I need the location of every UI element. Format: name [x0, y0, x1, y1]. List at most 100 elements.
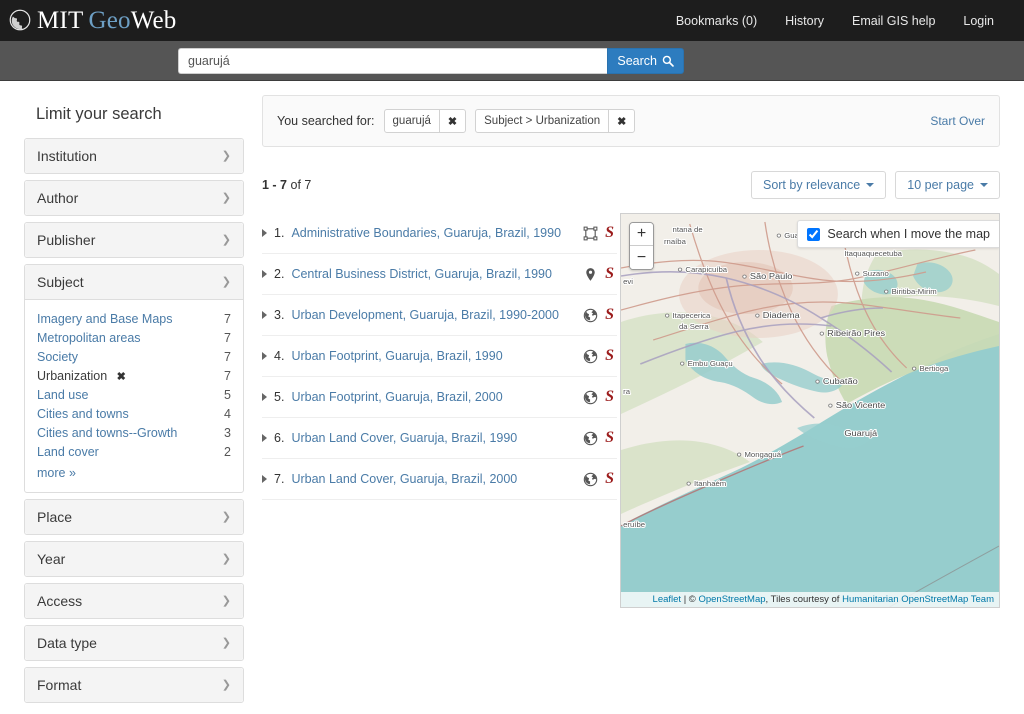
constraint-query[interactable]: guarujá ✖: [383, 109, 467, 133]
facet-value-row[interactable]: Land use 5: [37, 385, 231, 404]
zoom-in-button[interactable]: +: [630, 223, 653, 246]
facet-publisher-header[interactable]: Publisher ❯: [25, 223, 243, 257]
facet-year-header[interactable]: Year ❯: [25, 542, 243, 576]
result-title-link[interactable]: Administrative Boundaries, Guaruja, Braz…: [291, 226, 561, 240]
facet-access-header[interactable]: Access ❯: [25, 584, 243, 618]
result-count-range: 1 - 7: [262, 178, 288, 192]
result-title-link[interactable]: Urban Land Cover, Guaruja, Brazil, 2000: [291, 472, 517, 486]
per-page-dropdown[interactable]: 10 per page: [895, 171, 1000, 199]
map-pin-icon: [586, 267, 595, 281]
facet-value-row[interactable]: Cities and towns 4: [37, 404, 231, 423]
expand-toggle-icon[interactable]: [262, 434, 267, 442]
map-canvas[interactable]: ntana dernaíbaGuarItaquaquecetubaCarapic…: [621, 214, 999, 607]
leaflet-link[interactable]: Leaflet: [653, 594, 682, 605]
globe-icon: [583, 472, 598, 486]
result-row[interactable]: 6. Urban Land Cover, Guaruja, Brazil, 19…: [262, 418, 617, 459]
expand-toggle-icon[interactable]: [262, 352, 267, 360]
facet-more-link[interactable]: more »: [37, 461, 231, 480]
facet-place-label: Place: [37, 509, 73, 525]
map-city-label: Carapicuíba: [685, 265, 728, 274]
expand-toggle-icon[interactable]: [262, 229, 267, 237]
result-row[interactable]: 7. Urban Land Cover, Guaruja, Brazil, 20…: [262, 459, 617, 500]
facet-value-row[interactable]: Society 7: [37, 347, 231, 366]
remove-icon[interactable]: ✖: [438, 110, 465, 132]
facet-author-header[interactable]: Author ❯: [25, 181, 243, 215]
zoom-out-button[interactable]: −: [630, 246, 653, 269]
facet-value-count: 7: [224, 330, 231, 345]
facet-value-label[interactable]: Land use: [37, 388, 88, 402]
result-row[interactable]: 2. Central Business District, Guaruja, B…: [262, 254, 617, 295]
facet-value-label[interactable]: Land cover: [37, 445, 99, 459]
facet-access[interactable]: Access ❯: [24, 583, 244, 619]
facet-place-header[interactable]: Place ❯: [25, 500, 243, 534]
expand-toggle-icon[interactable]: [262, 393, 267, 401]
search-form: Search: [178, 47, 684, 74]
facet-value-label[interactable]: Metropolitan areas: [37, 331, 141, 345]
nav-email-gis-help[interactable]: Email GIS help: [838, 8, 949, 34]
facet-value-label-selected: Urbanization: [37, 368, 108, 383]
facet-value-row[interactable]: Cities and towns--Growth 3: [37, 423, 231, 442]
result-row[interactable]: 5. Urban Footprint, Guaruja, Brazil, 200…: [262, 377, 617, 418]
facet-value-row-selected[interactable]: Urbanization ✖ 7: [37, 366, 231, 385]
result-title-link[interactable]: Urban Development, Guaruja, Brazil, 1990…: [291, 308, 559, 322]
polygon-icon: [583, 226, 598, 240]
result-row[interactable]: 4. Urban Footprint, Guaruja, Brazil, 199…: [262, 336, 617, 377]
facet-value-row[interactable]: Metropolitan areas 7: [37, 328, 231, 347]
facet-data-type[interactable]: Data type ❯: [24, 625, 244, 661]
facet-format[interactable]: Format ❯: [24, 667, 244, 703]
facet-value-row[interactable]: Imagery and Base Maps 7: [37, 309, 231, 328]
facet-format-header[interactable]: Format ❯: [25, 668, 243, 702]
results-toolbar: 1 - 7 of 7 Sort by relevance 10 per page: [262, 171, 1000, 199]
remove-icon[interactable]: ✖: [608, 110, 634, 132]
result-count: 1 - 7 of 7: [262, 178, 311, 192]
attrib-sep: | ©: [681, 594, 699, 605]
facet-value-row[interactable]: Land cover 2: [37, 442, 231, 461]
openstreetmap-link[interactable]: OpenStreetMap: [698, 594, 765, 605]
facet-remove-icon[interactable]: ✖: [117, 371, 126, 383]
facet-value-label[interactable]: Imagery and Base Maps: [37, 312, 173, 326]
result-title-link[interactable]: Central Business District, Guaruja, Braz…: [291, 267, 552, 281]
facet-institution-header[interactable]: Institution ❯: [25, 139, 243, 173]
result-title-link[interactable]: Urban Footprint, Guaruja, Brazil, 1990: [291, 349, 502, 363]
search-on-map-move-control[interactable]: Search when I move the map: [797, 220, 999, 248]
facet-institution[interactable]: Institution ❯: [24, 138, 244, 174]
search-on-map-move-checkbox[interactable]: [807, 227, 821, 241]
result-row[interactable]: 1. Administrative Boundaries, Guaruja, B…: [262, 213, 617, 254]
chevron-right-icon: ❯: [221, 636, 231, 649]
facet-author[interactable]: Author ❯: [24, 180, 244, 216]
facet-data-type-header[interactable]: Data type ❯: [25, 626, 243, 660]
facet-subject[interactable]: Subject ❯ Imagery and Base Maps 7 Metrop…: [24, 264, 244, 493]
result-title-link[interactable]: Urban Land Cover, Guaruja, Brazil, 1990: [291, 431, 517, 445]
expand-toggle-icon[interactable]: [262, 270, 267, 278]
result-index: 1.: [274, 226, 285, 240]
map-panel[interactable]: ntana de rnaíba Guar Itaquaquecetuba Carapic…: [620, 213, 1000, 608]
stanford-s-icon: S: [605, 347, 614, 364]
facet-subject-header[interactable]: Subject ❯: [25, 265, 243, 300]
facet-place[interactable]: Place ❯: [24, 499, 244, 535]
search-on-map-move-label[interactable]: Search when I move the map: [827, 227, 990, 241]
nav-bookmarks[interactable]: Bookmarks (0): [662, 8, 771, 34]
search-input[interactable]: [178, 47, 608, 74]
nav-login[interactable]: Login: [949, 8, 1008, 34]
map-zoom-controls[interactable]: + −: [629, 222, 654, 270]
constraint-query-value: guarujá: [392, 115, 431, 127]
constraint-subject[interactable]: Subject > Urbanization ✖: [475, 109, 636, 133]
result-row[interactable]: 3. Urban Development, Guaruja, Brazil, 1…: [262, 295, 617, 336]
facet-value-label[interactable]: Cities and towns--Growth: [37, 426, 177, 440]
sort-dropdown[interactable]: Sort by relevance: [750, 171, 887, 199]
brand-logo[interactable]: MIT GeoWeb: [8, 8, 177, 33]
chevron-right-icon: ❯: [221, 149, 231, 162]
search-button[interactable]: Search: [607, 47, 684, 74]
expand-toggle-icon[interactable]: [262, 475, 267, 483]
result-title-link[interactable]: Urban Footprint, Guaruja, Brazil, 2000: [291, 390, 502, 404]
hot-osm-link[interactable]: Humanitarian OpenStreetMap Team: [842, 594, 994, 605]
start-over-link[interactable]: Start Over: [930, 114, 985, 128]
facet-publisher[interactable]: Publisher ❯: [24, 222, 244, 258]
facet-publisher-label: Publisher: [37, 232, 96, 248]
facet-value-label[interactable]: Cities and towns: [37, 407, 129, 421]
facet-year[interactable]: Year ❯: [24, 541, 244, 577]
expand-toggle-icon[interactable]: [262, 311, 267, 319]
nav-history[interactable]: History: [771, 8, 838, 34]
facet-value-label[interactable]: Society: [37, 350, 78, 364]
map-city-label: Cubatão: [823, 376, 858, 386]
